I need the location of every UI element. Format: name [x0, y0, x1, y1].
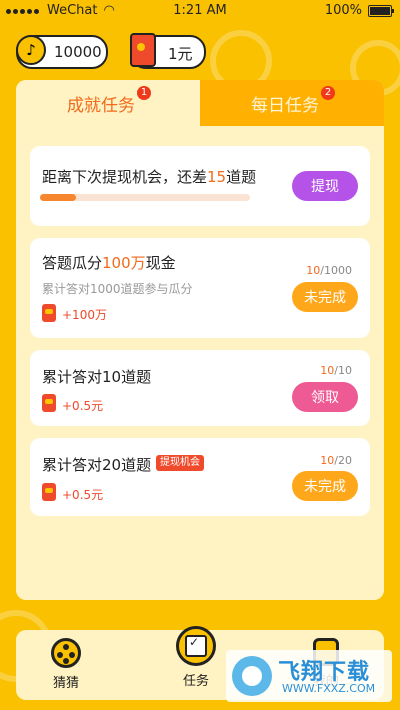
task-count-total: /20 — [334, 454, 352, 467]
music-coin-icon: ♪ — [16, 35, 46, 65]
task-count-total: /10 — [334, 364, 352, 377]
battery-percent: 100% — [324, 3, 362, 18]
task-count-total: /1000 — [320, 264, 352, 277]
withdraw-progress-bar — [40, 194, 250, 201]
task-progress-count: 10/10 — [320, 364, 352, 377]
red-envelope-icon — [42, 304, 56, 322]
nav-label: 猜猜 — [52, 676, 79, 691]
watermark: 飞翔下载 WWW.FXXZ.COM — [226, 650, 392, 702]
red-envelope-icon — [42, 394, 56, 412]
nav-item-tasks[interactable]: 任务 — [156, 626, 236, 689]
task-card: 累计答对20道题 提现机会 +0.5元 10/20 未完成 — [30, 438, 370, 516]
task-card: 答题瓜分100万现金 累计答对1000道题参与瓜分 +100万 10/1000 … — [30, 238, 370, 338]
task-count-done: 10 — [320, 364, 335, 377]
tab-badge: 2 — [321, 86, 335, 100]
cash-balance-value: 1元 — [168, 45, 193, 63]
task-progress-count: 10/1000 — [306, 264, 352, 277]
task-reward: +100万 — [62, 308, 107, 322]
task-title-highlight: 100万 — [102, 254, 146, 272]
withdraw-title-pre: 距离下次提现机会，还差 — [42, 168, 208, 186]
coin-balance[interactable]: ♪ 10000 — [16, 35, 108, 69]
task-title: 答题瓜分100万现金 — [42, 252, 176, 273]
task-title: 累计答对10道题 — [42, 368, 152, 386]
red-envelope-icon — [130, 33, 156, 67]
coin-balance-value: 10000 — [54, 43, 102, 61]
task-count-done: 10 — [306, 264, 321, 277]
tab-label: 成就任务 — [67, 95, 135, 116]
task-reward: +0.5元 — [62, 399, 104, 413]
cash-balance[interactable]: 1元 — [130, 33, 206, 69]
tab-label: 每日任务 — [251, 95, 319, 116]
task-status-button[interactable]: 未完成 — [292, 282, 358, 312]
task-title-pre: 答题瓜分 — [42, 254, 103, 272]
watermark-logo-icon — [232, 656, 272, 696]
red-envelope-icon — [42, 483, 56, 501]
task-progress-count: 10/20 — [320, 454, 352, 467]
tab-achievement-tasks[interactable]: 成就任务 1 — [16, 80, 200, 126]
task-board-icon — [176, 626, 216, 666]
nav-label: 任务 — [182, 674, 209, 689]
withdraw-chance-tag: 提现机会 — [156, 455, 204, 471]
battery-icon — [368, 4, 394, 17]
task-count-done: 10 — [320, 454, 335, 467]
task-card: 累计答对10道题 +0.5元 10/10 领取 — [30, 350, 370, 426]
status-bar: WeChat ◠ 1:21 AM 100% — [0, 0, 400, 22]
task-title-post: 现金 — [145, 254, 176, 272]
tab-badge: 1 — [137, 86, 151, 100]
task-status-button[interactable]: 未完成 — [292, 471, 358, 501]
withdraw-progress-fill — [40, 194, 76, 201]
withdraw-title: 距离下次提现机会，还差15道题 — [42, 166, 256, 187]
task-subtitle: 累计答对1000道题参与瓜分 — [42, 282, 193, 296]
tab-daily-tasks[interactable]: 每日任务 2 — [200, 80, 384, 126]
withdraw-remaining-count: 15 — [207, 168, 227, 186]
withdraw-progress-card: 距离下次提现机会，还差15道题 提现 — [30, 146, 370, 226]
task-title: 累计答对20道题 — [42, 456, 152, 474]
watermark-url: WWW.FXXZ.COM — [282, 682, 376, 695]
claim-button[interactable]: 领取 — [292, 382, 358, 412]
film-reel-icon — [51, 638, 81, 668]
nav-item-guess[interactable]: 猜猜 — [26, 638, 106, 691]
withdraw-title-post: 道题 — [226, 168, 257, 186]
task-reward: +0.5元 — [62, 488, 104, 502]
withdraw-button[interactable]: 提现 — [292, 171, 358, 201]
